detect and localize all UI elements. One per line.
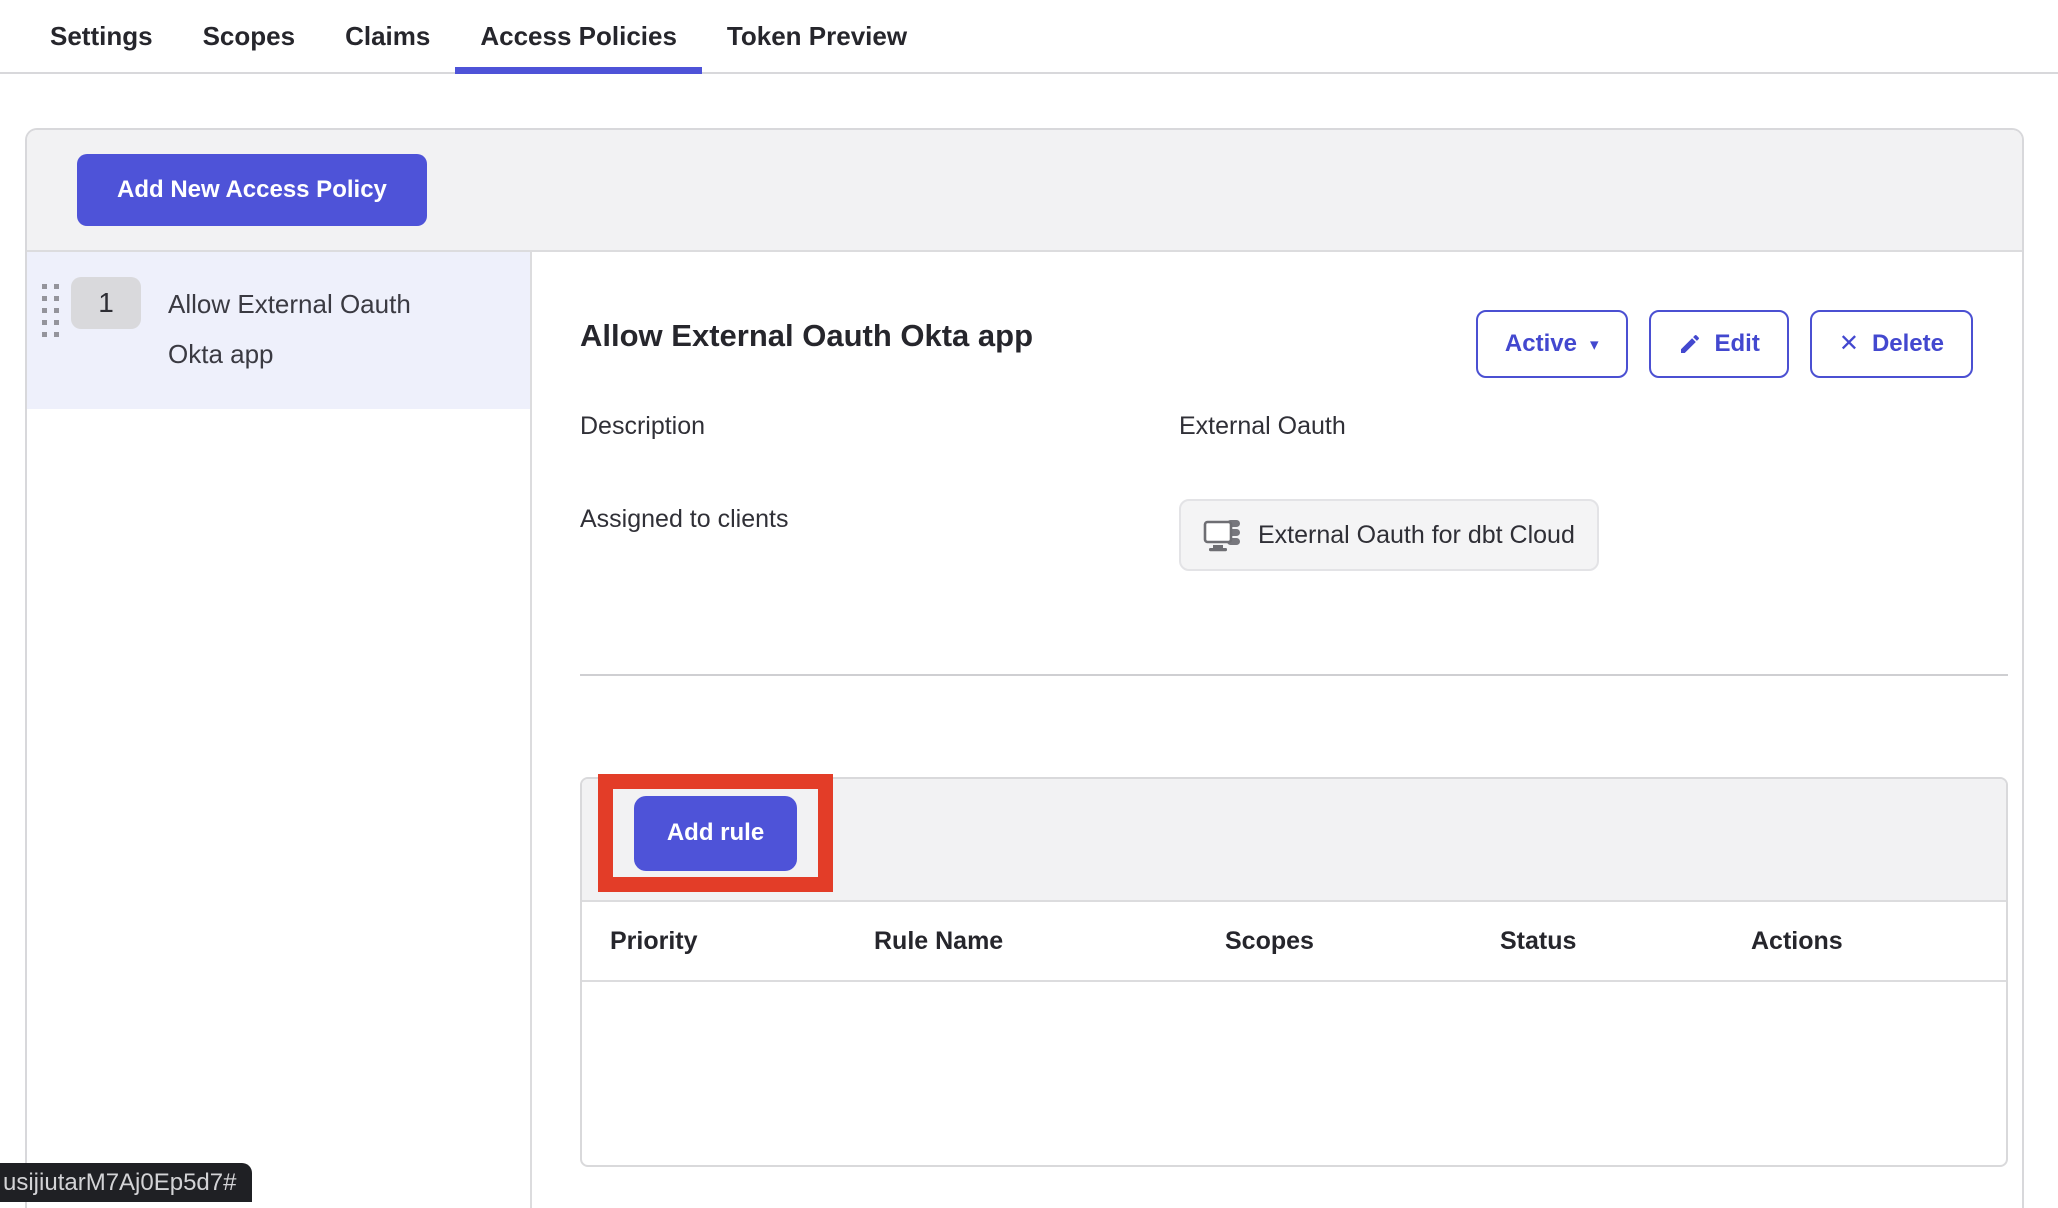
- add-rule-button[interactable]: Add rule: [634, 796, 797, 871]
- url-preview-tooltip: usijiutarM7Aj0Ep5d7#: [0, 1163, 252, 1202]
- edit-button[interactable]: Edit: [1649, 310, 1789, 378]
- policies-body: 1 Allow External Oauth Okta app Allow Ex…: [27, 252, 2022, 1208]
- add-new-access-policy-button[interactable]: Add New Access Policy: [77, 154, 427, 226]
- section-divider: [580, 674, 2008, 676]
- policy-detail-panel: Allow External Oauth Okta app Active ▾ E…: [532, 252, 2022, 1208]
- status-dropdown-button[interactable]: Active ▾: [1476, 310, 1628, 378]
- column-status: Status: [1500, 927, 1751, 956]
- column-rule-name: Rule Name: [874, 927, 1225, 956]
- tab-claims[interactable]: Claims: [320, 0, 455, 72]
- column-priority: Priority: [610, 927, 874, 956]
- close-icon: ✕: [1839, 332, 1859, 356]
- rules-table-header: Priority Rule Name Scopes Status Actions: [582, 902, 2006, 982]
- access-policies-card: Add New Access Policy 1 Allow External O…: [25, 128, 2024, 1208]
- description-label: Description: [580, 412, 1179, 441]
- rules-toolbar: Add rule: [582, 779, 2006, 902]
- drag-handle-icon[interactable]: [42, 284, 59, 337]
- edit-pencil-icon: [1678, 332, 1702, 356]
- policy-list-sidebar: 1 Allow External Oauth Okta app: [27, 252, 532, 1208]
- policy-name-label: Allow External Oauth Okta app: [168, 277, 463, 379]
- rules-panel: Add rule Priority Rule Name Scopes Statu…: [580, 777, 2008, 1167]
- status-dropdown-label: Active: [1505, 330, 1577, 358]
- policy-title: Allow External Oauth Okta app: [580, 310, 1033, 354]
- client-chip-label: External Oauth for dbt Cloud: [1258, 521, 1575, 550]
- assigned-to-clients-label: Assigned to clients: [580, 505, 1179, 534]
- policy-detail-header: Allow External Oauth Okta app Active ▾ E…: [580, 310, 2008, 378]
- policy-action-buttons: Active ▾ Edit ✕ Delete: [1476, 310, 1973, 378]
- column-actions: Actions: [1751, 927, 2006, 956]
- delete-button[interactable]: ✕ Delete: [1810, 310, 1973, 378]
- client-chip[interactable]: External Oauth for dbt Cloud: [1179, 499, 1599, 571]
- policy-fields: Description External Oauth Assigned to c…: [580, 412, 2008, 571]
- policy-list-item[interactable]: 1 Allow External Oauth Okta app: [27, 252, 530, 409]
- tab-bar: Settings Scopes Claims Access Policies T…: [0, 0, 2058, 74]
- rules-table-empty-body: [582, 982, 2006, 1165]
- annotation-highlight-box: Add rule: [598, 774, 833, 892]
- client-monitor-icon: [1203, 518, 1245, 552]
- chevron-down-icon: ▾: [1590, 336, 1599, 353]
- policies-toolbar: Add New Access Policy: [27, 130, 2022, 252]
- edit-button-label: Edit: [1715, 330, 1760, 358]
- tab-access-policies[interactable]: Access Policies: [455, 0, 702, 72]
- delete-button-label: Delete: [1872, 330, 1944, 358]
- policy-order-badge: 1: [71, 277, 141, 329]
- description-value: External Oauth: [1179, 412, 2008, 441]
- column-scopes: Scopes: [1225, 927, 1500, 956]
- tab-token-preview[interactable]: Token Preview: [702, 0, 932, 72]
- tab-settings[interactable]: Settings: [25, 0, 178, 72]
- tab-scopes[interactable]: Scopes: [178, 0, 321, 72]
